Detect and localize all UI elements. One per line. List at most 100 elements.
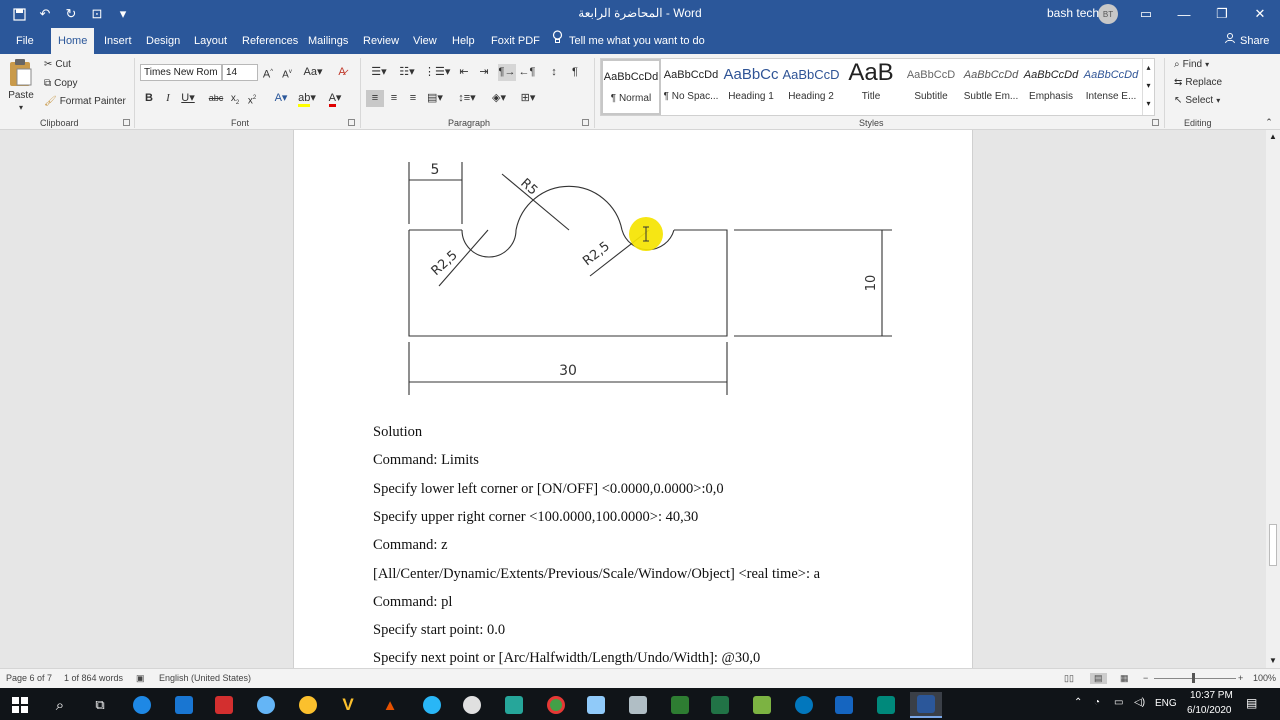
numbering-icon[interactable]: ☷▾ xyxy=(396,64,418,81)
shading-icon[interactable]: ◈▾ xyxy=(488,90,510,107)
document-line[interactable]: Command: z xyxy=(373,537,448,554)
zoom-level[interactable]: 100% xyxy=(1253,673,1276,683)
clock-time[interactable]: 10:37 PM xyxy=(1190,690,1233,701)
tab-view[interactable]: View xyxy=(406,28,444,54)
app-icon[interactable] xyxy=(292,692,324,718)
minimize-icon[interactable]: — xyxy=(1166,0,1202,28)
tab-design[interactable]: Design xyxy=(139,28,187,54)
app-icon[interactable] xyxy=(456,692,488,718)
web-layout-icon[interactable]: ▦ xyxy=(1120,673,1129,684)
clipboard-launcher-icon[interactable] xyxy=(123,119,130,126)
tab-foxit-pdf[interactable]: Foxit PDF xyxy=(484,28,547,54)
read-mode-icon[interactable]: ▯▯ xyxy=(1064,673,1074,684)
document-line[interactable]: [All/Center/Dynamic/Extents/Previous/Sca… xyxy=(373,566,820,583)
document-line[interactable]: Specify next point or [Arc/Halfwidth/Len… xyxy=(373,650,760,667)
replace-button[interactable]: ⇆ Replace xyxy=(1174,77,1222,88)
style-heading-2[interactable]: AaBbCcD Heading 2 xyxy=(781,59,841,115)
text-effects-icon[interactable]: A▾ xyxy=(270,90,292,107)
find-button[interactable]: ⌕ Find ▾ xyxy=(1174,59,1209,70)
increase-indent-icon[interactable]: ⇥ xyxy=(476,64,492,81)
app-icon[interactable] xyxy=(622,692,654,718)
align-center-icon[interactable]: ≡ xyxy=(386,90,402,107)
notifications-icon[interactable]: ▤ xyxy=(1246,696,1257,710)
superscript-icon[interactable]: x2 xyxy=(245,90,259,107)
tab-review[interactable]: Review xyxy=(356,28,406,54)
scroll-down-icon[interactable]: ▼ xyxy=(1269,656,1277,665)
document-line[interactable]: Command: Limits xyxy=(373,452,479,469)
collapse-ribbon-icon[interactable]: ⌃ xyxy=(1262,114,1276,131)
styles-scroll[interactable]: ▴ ▾ ▾ xyxy=(1142,59,1154,115)
paste-button[interactable]: Paste ▾ xyxy=(8,58,34,112)
paragraph-launcher-icon[interactable] xyxy=(582,119,589,126)
zoom-slider[interactable] xyxy=(1154,678,1236,679)
print-layout-icon[interactable]: ▤ xyxy=(1090,673,1107,684)
app-icon[interactable] xyxy=(870,692,902,718)
scroll-up-icon[interactable]: ▲ xyxy=(1269,132,1277,141)
network-icon[interactable]: ◔ xyxy=(1094,697,1100,708)
app-icon[interactable] xyxy=(208,692,240,718)
tab-help[interactable]: Help xyxy=(445,28,482,54)
style-intense-emphasis[interactable]: AaBbCcDd Intense E... xyxy=(1081,59,1141,115)
store-icon[interactable] xyxy=(168,692,200,718)
app-icon[interactable] xyxy=(746,692,778,718)
style-title[interactable]: AaB Title xyxy=(841,59,901,115)
zoom-in-icon[interactable]: + xyxy=(1238,673,1243,683)
grow-font-icon[interactable]: A^ xyxy=(261,64,275,81)
italic-icon[interactable]: I xyxy=(162,90,174,107)
borders-icon[interactable]: ⊞▾ xyxy=(515,90,541,107)
cut-button[interactable]: ✂ Cut xyxy=(44,59,71,70)
shrink-font-icon[interactable]: Av xyxy=(280,64,294,81)
task-view-icon[interactable]: ⧉ xyxy=(84,692,116,718)
tab-references[interactable]: References xyxy=(235,28,305,54)
document-line[interactable]: Command: pl xyxy=(373,594,452,611)
clock-date[interactable]: 6/10/2020 xyxy=(1187,705,1232,716)
font-size-combo[interactable]: 14 xyxy=(222,64,258,81)
style-normal[interactable]: AaBbCcDd ¶ Normal xyxy=(601,59,661,115)
search-icon[interactable]: ⌕ xyxy=(44,692,76,718)
battery-icon[interactable]: ▭ xyxy=(1114,697,1123,708)
format-painter-button[interactable]: 🖌 Format Painter xyxy=(44,96,126,107)
vertical-scrollbar[interactable]: ▲ ▼ xyxy=(1266,130,1280,668)
bullets-icon[interactable]: ☰▾ xyxy=(368,64,390,81)
tab-mailings[interactable]: Mailings xyxy=(301,28,355,54)
scrollbar-thumb[interactable] xyxy=(1269,524,1277,566)
close-icon[interactable]: ✕ xyxy=(1242,0,1278,28)
style-no-spacing[interactable]: AaBbCcDd ¶ No Spac... xyxy=(661,59,721,115)
app-icon[interactable] xyxy=(580,692,612,718)
align-left-icon[interactable]: ≡ xyxy=(366,90,384,107)
bold-icon[interactable]: B xyxy=(143,90,155,107)
page-count[interactable]: Page 6 of 7 xyxy=(6,673,52,683)
app-icon[interactable] xyxy=(828,692,860,718)
underline-icon[interactable]: U▾ xyxy=(180,90,196,107)
telegram-icon[interactable] xyxy=(416,692,448,718)
document-line[interactable]: Specify start point: 0.0 xyxy=(373,622,505,639)
tab-insert[interactable]: Insert xyxy=(97,28,139,54)
excel-icon[interactable] xyxy=(704,692,736,718)
style-emphasis[interactable]: AaBbCcDd Emphasis xyxy=(1021,59,1081,115)
font-name-combo[interactable]: Times New Rom xyxy=(140,64,222,81)
multilevel-list-icon[interactable]: ⋮☰▾ xyxy=(424,64,450,81)
share-button[interactable]: Share xyxy=(1224,28,1269,54)
styles-launcher-icon[interactable] xyxy=(1152,119,1159,126)
volume-icon[interactable]: ◁) xyxy=(1134,697,1145,708)
align-right-icon[interactable]: ≡ xyxy=(405,90,421,107)
show-formatting-icon[interactable]: ¶ xyxy=(568,64,582,81)
zoom-slider-thumb[interactable] xyxy=(1192,673,1195,683)
app-icon[interactable]: ▲ xyxy=(374,692,406,718)
select-button[interactable]: ↖ Select ▾ xyxy=(1174,95,1220,106)
windows-start-icon[interactable] xyxy=(4,692,36,718)
document-line[interactable]: Specify lower left corner or [ON/OFF] <0… xyxy=(373,481,724,498)
clear-formatting-icon[interactable]: A̷ xyxy=(334,64,350,81)
tab-layout[interactable]: Layout xyxy=(187,28,234,54)
style-subtitle[interactable]: AaBbCcD Subtitle xyxy=(901,59,961,115)
line-spacing-icon[interactable]: ↕≡▾ xyxy=(456,90,478,107)
copy-button[interactable]: ⧉ Copy xyxy=(44,78,78,89)
app-icon[interactable] xyxy=(664,692,696,718)
edge-icon[interactable] xyxy=(126,692,158,718)
tab-file[interactable]: File xyxy=(9,28,41,54)
zoom-out-icon[interactable]: − xyxy=(1143,673,1148,683)
sort-icon[interactable]: ↕ xyxy=(546,64,562,81)
style-heading-1[interactable]: AaBbCc Heading 1 xyxy=(721,59,781,115)
document-page[interactable]: 5 R5 R2,5 R2,5 10 30 Solution Command: L… xyxy=(293,130,973,668)
ltr-direction-icon[interactable]: ¶→ xyxy=(498,64,516,81)
